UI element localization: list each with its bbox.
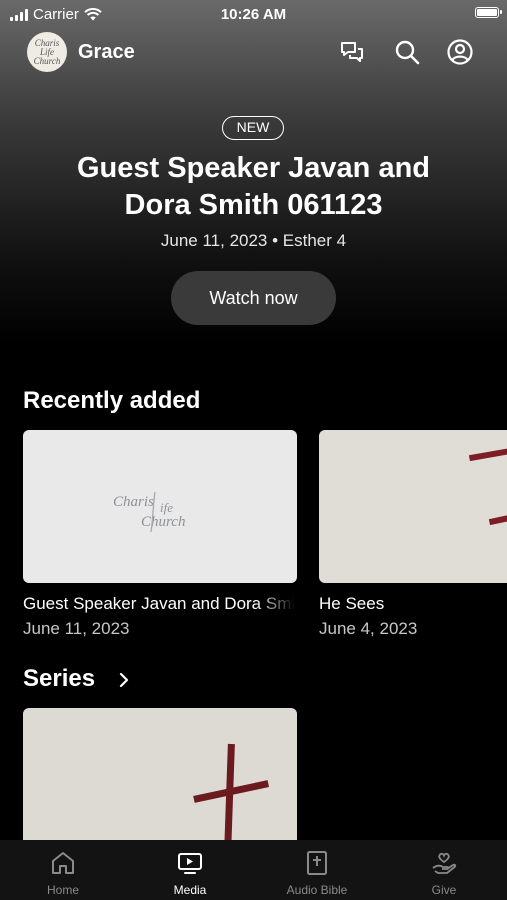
tab-media[interactable]: Media [127, 840, 253, 900]
hero-title: Guest Speaker Javan and Dora Smith 06112… [77, 152, 430, 221]
media-card-title[interactable]: He Sees [319, 594, 507, 614]
tab-bar: Home Media Audio Bible Give [0, 840, 507, 900]
church-logo[interactable]: Charis Life Church [27, 32, 67, 72]
tab-audio-bible[interactable]: Audio Bible [254, 840, 380, 900]
cross-image [193, 743, 270, 848]
status-time: 10:26 AM [220, 6, 287, 23]
chat-icon[interactable] [338, 38, 366, 66]
hero-meta: June 11, 2023 • Esther 4 [160, 231, 347, 250]
media-card-title[interactable]: Guest Speaker Javan and Dora Smith 06112… [23, 594, 295, 614]
series-card-thumbnail[interactable] [23, 708, 297, 848]
series-title[interactable]: Series [23, 665, 95, 693]
tab-label: Give [431, 883, 457, 897]
media-icon [178, 853, 202, 874]
cross-image [468, 444, 507, 526]
app-header: Charis Life Church Grace [0, 32, 507, 76]
home-icon [52, 852, 74, 874]
tab-give[interactable]: Give [381, 840, 507, 900]
profile-icon[interactable] [446, 38, 474, 66]
charis-life-logo: Charis ife Church [113, 491, 185, 533]
media-card-date: June 11, 2023 [23, 619, 130, 638]
tab-label: Media [173, 883, 207, 897]
recently-added-title: Recently added [23, 387, 201, 414]
status-bar: Carrier 10:26 AM [0, 0, 507, 28]
search-icon[interactable] [393, 38, 421, 66]
bible-icon [307, 851, 327, 875]
tab-home[interactable]: Home [0, 840, 126, 900]
give-icon [432, 852, 457, 874]
watch-now-button[interactable]: Watch now [171, 271, 336, 325]
media-card-date: June 4, 2023 [319, 619, 418, 638]
media-card-thumbnail[interactable]: Charis ife Church [23, 430, 297, 583]
new-badge: NEW [222, 116, 284, 140]
chevron-right-icon[interactable] [117, 671, 131, 689]
tab-label: Home [46, 883, 79, 897]
app-name: Grace [78, 41, 135, 63]
thumb-text-1: Charis [113, 494, 154, 510]
thumb-text-3: Church [141, 514, 185, 530]
church-logo-text: Charis Life Church [33, 37, 61, 66]
thumb-text-2: ife [160, 500, 173, 515]
tab-label: Audio Bible [286, 883, 348, 897]
battery-icon [475, 7, 502, 18]
media-card-thumbnail[interactable] [319, 430, 507, 583]
